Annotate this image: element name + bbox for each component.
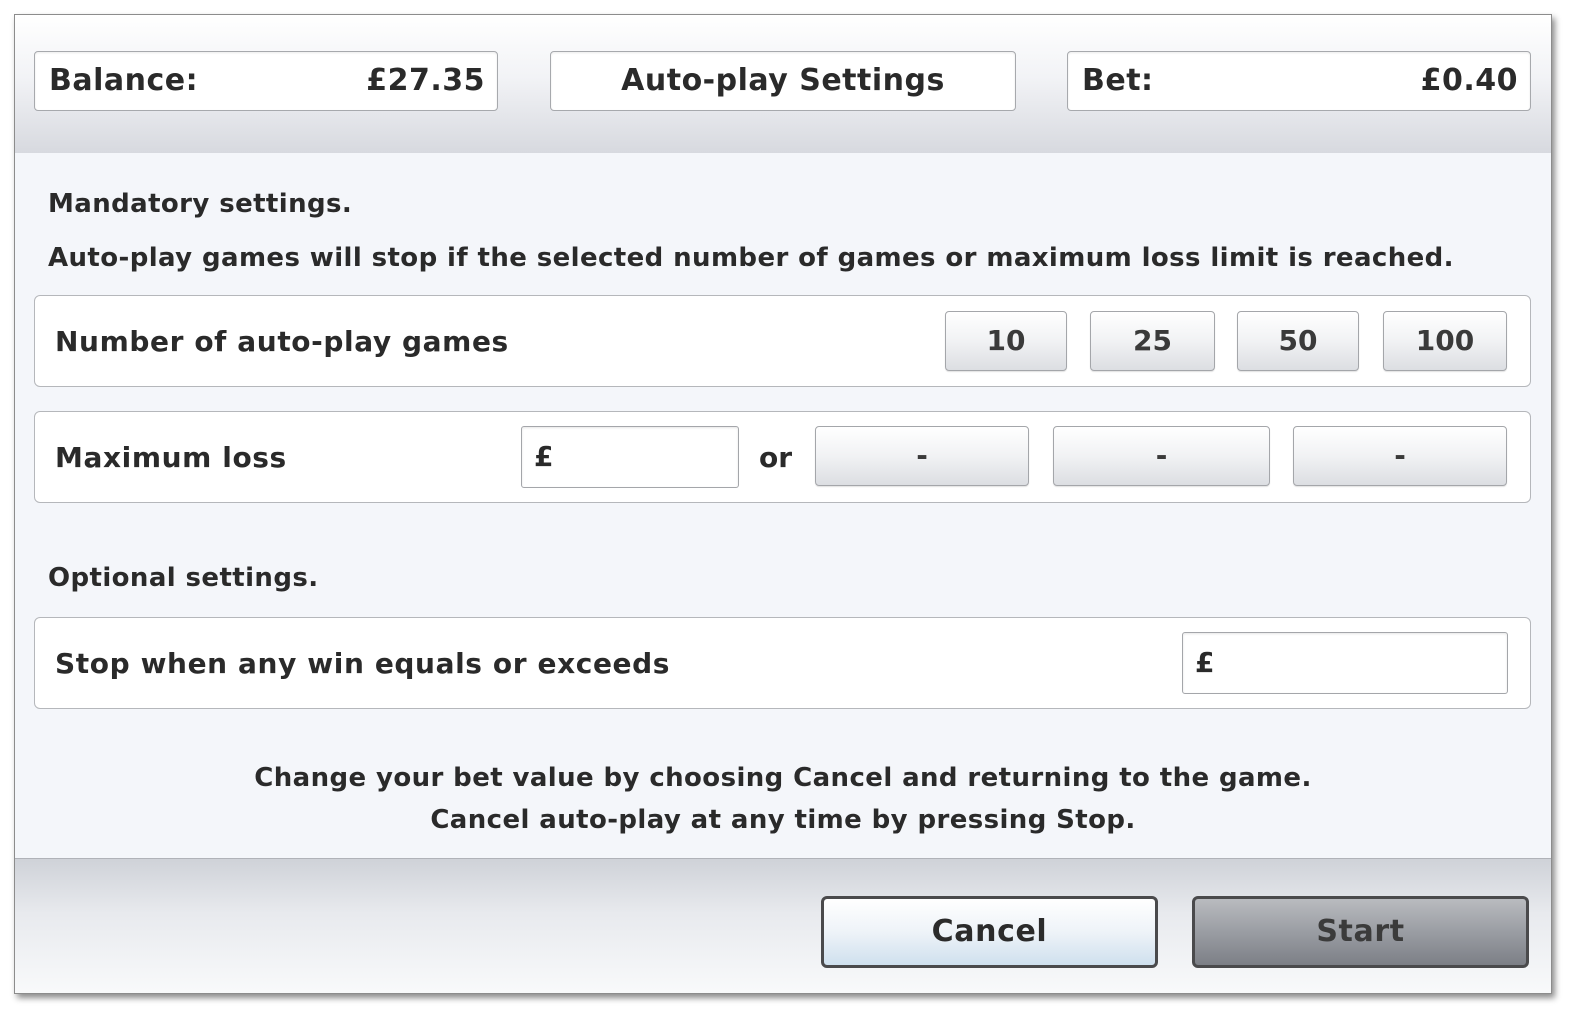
bet-label: Bet:	[1082, 63, 1154, 98]
loss-option-1-button[interactable]: -	[815, 426, 1029, 486]
dialog-title: Auto-play Settings	[550, 51, 1016, 111]
balance-display: Balance: £27.35	[34, 51, 498, 111]
bet-display: Bet: £0.40	[1067, 51, 1531, 111]
start-button[interactable]: Start	[1192, 896, 1529, 968]
loss-option-3-button[interactable]: -	[1293, 426, 1507, 486]
dialog-footer: Cancel Start	[15, 858, 1551, 993]
mandatory-description: Auto-play games will stop if the selecte…	[48, 243, 1454, 273]
bet-value: £0.40	[1420, 63, 1518, 98]
games-50-button[interactable]: 50	[1237, 311, 1359, 371]
note-change-bet: Change your bet value by choosing Cancel…	[254, 763, 1312, 793]
loss-option-2-button[interactable]: -	[1053, 426, 1270, 486]
or-label: or	[759, 441, 793, 474]
win-limit-row: Stop when any win equals or exceeds £	[34, 617, 1531, 709]
games-25-button[interactable]: 25	[1090, 311, 1215, 371]
cancel-button[interactable]: Cancel	[821, 896, 1158, 968]
win-limit-input[interactable]: £	[1182, 632, 1508, 694]
max-loss-label: Maximum loss	[55, 441, 287, 474]
notes-section: Change your bet value by choosing Cancel…	[15, 739, 1551, 858]
mandatory-section: Mandatory settings. Auto-play games will…	[15, 153, 1551, 534]
max-loss-row: Maximum loss £ or - - -	[34, 411, 1531, 503]
autoplay-dialog: Balance: £27.35 Auto-play Settings Bet: …	[14, 14, 1552, 994]
currency-symbol: £	[534, 440, 554, 473]
max-loss-input[interactable]: £	[521, 426, 739, 488]
optional-section: Optional settings. Stop when any win equ…	[15, 533, 1551, 740]
games-100-button[interactable]: 100	[1383, 311, 1507, 371]
dialog-header: Balance: £27.35 Auto-play Settings Bet: …	[15, 15, 1551, 154]
balance-label: Balance:	[49, 63, 199, 98]
currency-symbol: £	[1195, 646, 1215, 679]
games-10-button[interactable]: 10	[945, 311, 1067, 371]
mandatory-title: Mandatory settings.	[48, 189, 353, 219]
games-row: Number of auto-play games 10 25 50 100	[34, 295, 1531, 387]
win-limit-label: Stop when any win equals or exceeds	[55, 647, 671, 680]
balance-value: £27.35	[366, 63, 485, 98]
note-cancel-autoplay: Cancel auto-play at any time by pressing…	[430, 805, 1136, 835]
optional-title: Optional settings.	[48, 563, 319, 593]
games-label: Number of auto-play games	[55, 325, 509, 358]
